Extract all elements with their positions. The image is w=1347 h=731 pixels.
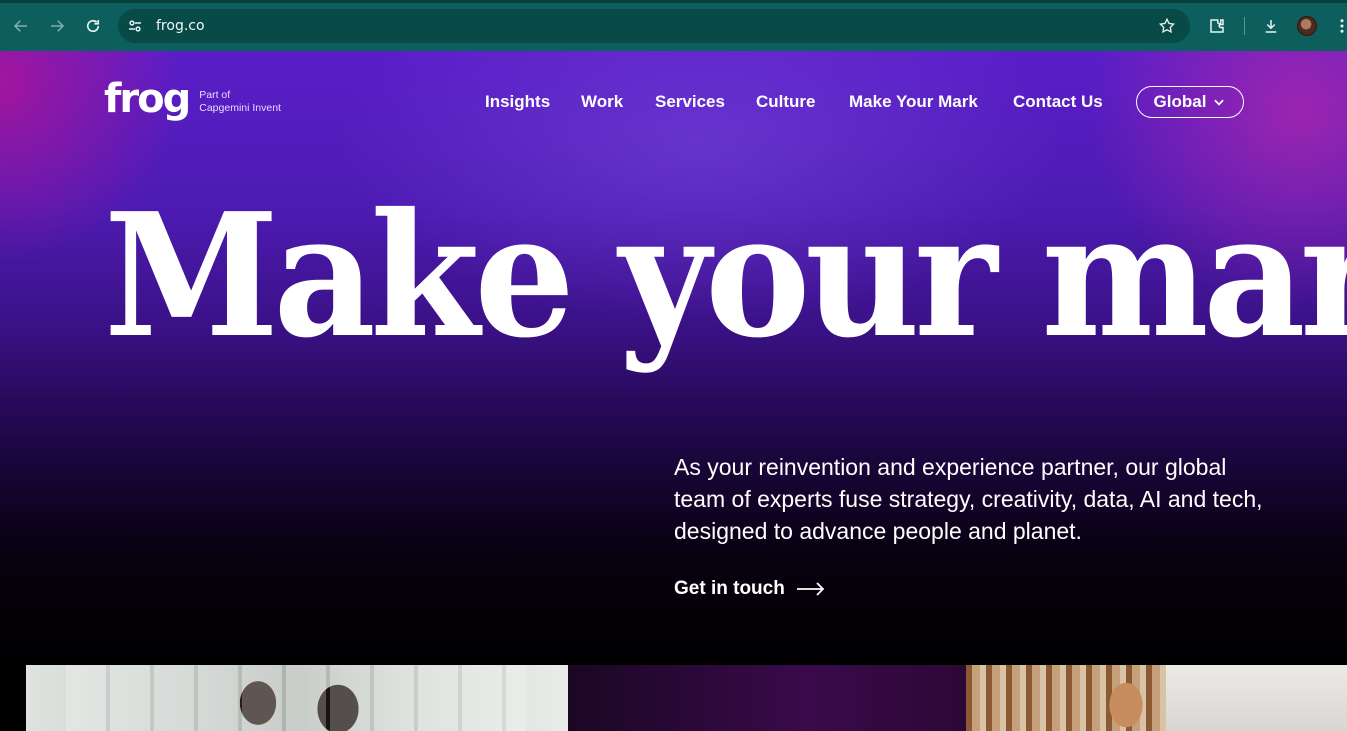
nav-work[interactable]: Work <box>581 92 623 112</box>
hero-intro-text: As your reinvention and experience partn… <box>674 454 1263 544</box>
nav-culture[interactable]: Culture <box>756 92 816 112</box>
download-icon[interactable] <box>1255 10 1287 42</box>
site-settings-icon[interactable] <box>126 17 144 35</box>
back-arrow-icon[interactable] <box>5 10 37 42</box>
nav-services[interactable]: Services <box>655 92 725 112</box>
nav-make-your-mark[interactable]: Make Your Mark <box>849 92 978 112</box>
extensions-icon[interactable] <box>1201 10 1233 42</box>
hero-headline: Make your mark <box>104 176 1347 376</box>
browser-toolbar: frog.co <box>0 0 1347 51</box>
image-strip <box>0 665 1347 731</box>
main-navigation: Insights Work Services Culture Make Your… <box>0 86 1347 120</box>
get-in-touch-link[interactable]: Get in touch <box>674 578 825 600</box>
chevron-down-icon <box>1214 99 1225 106</box>
nav-contact-us[interactable]: Contact Us <box>1013 92 1103 112</box>
arrow-right-icon <box>796 582 825 596</box>
address-bar[interactable]: frog.co <box>118 9 1190 43</box>
cta-label: Get in touch <box>674 578 785 599</box>
team-photo-middle[interactable] <box>568 665 966 731</box>
team-photo-left[interactable] <box>26 665 568 731</box>
nav-insights[interactable]: Insights <box>485 92 550 112</box>
toolbar-divider <box>1244 17 1245 35</box>
forward-arrow-icon[interactable] <box>41 10 73 42</box>
profile-avatar[interactable] <box>1297 16 1317 36</box>
bookmark-star-icon[interactable] <box>1158 17 1176 35</box>
more-menu-icon[interactable] <box>1326 10 1347 42</box>
team-photo-right[interactable] <box>966 665 1347 731</box>
hero-section: frog Part of Capgemini Invent Insights W… <box>0 51 1347 665</box>
reload-icon[interactable] <box>77 10 109 42</box>
region-label: Global <box>1153 92 1207 111</box>
url-text[interactable]: frog.co <box>156 18 205 34</box>
region-selector-button[interactable]: Global <box>1136 86 1244 118</box>
